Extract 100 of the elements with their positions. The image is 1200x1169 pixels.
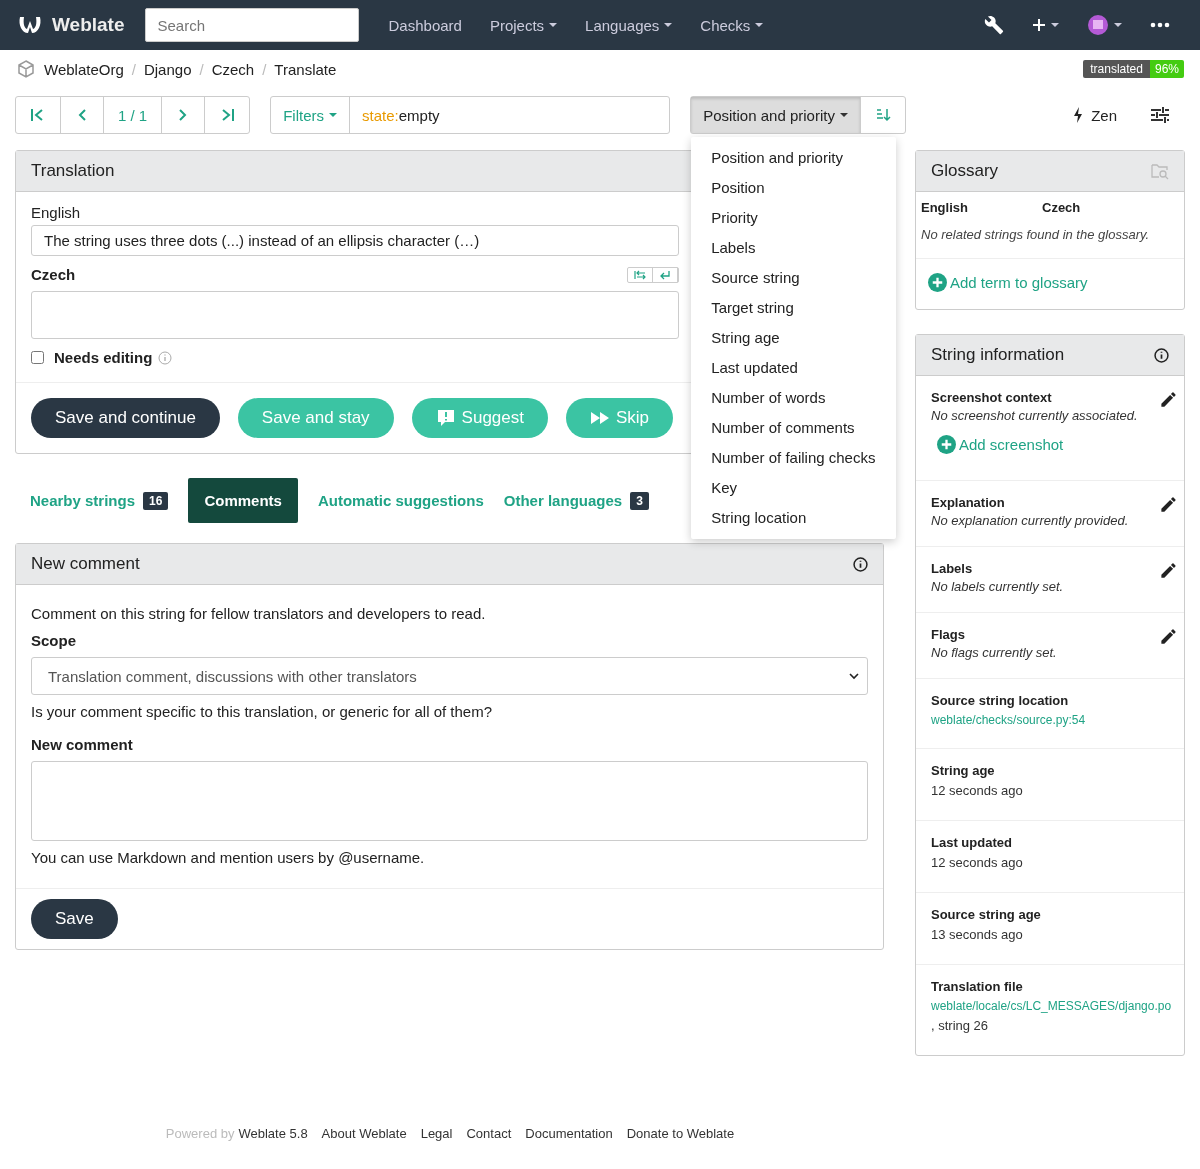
- sort-option[interactable]: Last updated: [691, 353, 897, 383]
- version-link[interactable]: Weblate 5.8: [238, 1125, 308, 1141]
- info-label: Translation file: [931, 978, 1024, 994]
- footer-link[interactable]: Contact: [466, 1125, 512, 1141]
- info-label: Source string location: [931, 693, 1070, 708]
- sort-option[interactable]: Position and priority: [691, 143, 897, 173]
- sort-button[interactable]: Position and priority: [691, 97, 860, 133]
- info-value: No flags currently set.: [931, 645, 1058, 660]
- info-label: Screenshot context: [931, 390, 1053, 405]
- nav-menu-item[interactable]: Dashboard: [374, 16, 476, 34]
- sort-icon: [874, 108, 891, 122]
- info-icon: [853, 556, 868, 572]
- sort-option[interactable]: Key: [691, 473, 897, 503]
- footer-link[interactable]: About Weblate: [321, 1125, 407, 1141]
- source-language-label: English: [31, 204, 82, 221]
- pencil-icon[interactable]: [1159, 390, 1178, 409]
- pencil-icon[interactable]: [1159, 495, 1178, 514]
- panel-title: String information: [931, 345, 1065, 365]
- glossary-empty-message: No related strings found in the glossary.: [916, 223, 1184, 259]
- fast-forward-icon: [590, 411, 610, 425]
- sort-option[interactable]: Target string: [691, 293, 897, 323]
- info-label: Last updated: [931, 835, 1013, 850]
- chevron-down-icon: [849, 672, 859, 680]
- scope-help: Is your comment specific to this translation, or generic for all of them?: [31, 703, 494, 720]
- comment-field[interactable]: [31, 761, 868, 841]
- translation-field[interactable]: [31, 291, 679, 339]
- info-label: Flags: [931, 627, 966, 642]
- sort-option[interactable]: Number of failing checks: [691, 443, 897, 473]
- plus-circle-icon: [937, 435, 956, 454]
- chevron-right-icon: [178, 108, 189, 122]
- sort-option[interactable]: Number of words: [691, 383, 897, 413]
- breadcrumb-link[interactable]: Czech: [211, 60, 255, 78]
- needs-editing-label: Needs editing: [54, 349, 153, 366]
- return-icon: [659, 270, 671, 280]
- info-label: Explanation: [931, 495, 1006, 510]
- pencil-icon[interactable]: [1159, 627, 1178, 646]
- settings-icon[interactable]: [1151, 107, 1169, 123]
- breadcrumb-separator: /: [199, 60, 204, 78]
- scope-label: Scope: [31, 632, 76, 649]
- info-label: Source string age: [931, 906, 1042, 922]
- arrows-icon: [634, 270, 646, 280]
- comment-help: You can use Markdown and mention users by @username.: [31, 849, 426, 866]
- comment-intro: Comment on this string for fellow translators and developers to read.: [31, 605, 487, 622]
- count-badge: 3: [630, 491, 649, 510]
- chevron-left-icon: [77, 108, 87, 122]
- sort-option[interactable]: Source string: [691, 263, 897, 293]
- sort-option[interactable]: String age: [691, 323, 897, 353]
- nav-menu-item[interactable]: Projects: [475, 16, 572, 34]
- save-button[interactable]: Save: [31, 899, 118, 939]
- info-icon: [1154, 347, 1169, 363]
- more-icon[interactable]: [1150, 22, 1170, 28]
- info-value: No labels currently set.: [931, 579, 1065, 594]
- avatar-icon: [1087, 14, 1109, 36]
- tab[interactable]: Other languages 3: [503, 479, 649, 522]
- position-indicator: 1 / 1: [103, 97, 162, 133]
- cube-icon: [16, 59, 36, 79]
- footer-link[interactable]: Documentation: [525, 1125, 613, 1141]
- zen-button[interactable]: Zen: [1073, 106, 1117, 124]
- sort-option[interactable]: String location: [691, 503, 897, 533]
- breadcrumb-separator: /: [262, 60, 267, 78]
- info-icon: [158, 350, 173, 365]
- plus-circle-icon: [928, 273, 947, 292]
- user-menu-button[interactable]: [1087, 14, 1122, 36]
- info-value: No screenshot currently associated.: [931, 408, 1139, 423]
- column-header: English: [921, 200, 969, 215]
- info-label: Labels: [931, 561, 974, 576]
- query-field[interactable]: state:empty: [349, 97, 670, 133]
- nav-menu-item[interactable]: Checks: [686, 16, 778, 34]
- plus-icon: [1032, 18, 1046, 32]
- breadcrumb-separator: /: [131, 60, 136, 78]
- save-continue-button[interactable]: Save and continue: [31, 398, 220, 438]
- brand-link[interactable]: Weblate: [16, 13, 125, 37]
- nav-menu-item[interactable]: Languages: [571, 16, 687, 34]
- sort-option[interactable]: Position: [691, 173, 897, 203]
- sort-option[interactable]: Priority: [691, 203, 897, 233]
- breadcrumb-link[interactable]: Translate: [274, 60, 337, 78]
- comment-icon: [435, 408, 456, 428]
- target-language-label: Czech: [31, 266, 76, 283]
- breadcrumb-link[interactable]: Django: [143, 60, 192, 78]
- pencil-icon[interactable]: [1159, 561, 1178, 580]
- footer-link[interactable]: Donate to Weblate: [626, 1125, 735, 1141]
- lightning-icon: [1073, 107, 1084, 123]
- tab[interactable]: Comments: [188, 478, 298, 523]
- panel-title: Translation: [31, 161, 115, 181]
- scope-select[interactable]: Translation comment, discussions with other translators: [31, 657, 868, 695]
- footer-link[interactable]: Legal: [420, 1125, 453, 1141]
- tab[interactable]: Nearby strings 16: [30, 479, 169, 522]
- sort-option[interactable]: Labels: [691, 233, 897, 263]
- breadcrumb-link[interactable]: WeblateOrg: [44, 60, 124, 78]
- info-value: 12 seconds ago: [931, 782, 1024, 801]
- column-header: Czech: [1042, 200, 1082, 215]
- wrench-icon[interactable]: [984, 15, 1004, 35]
- add-menu-button[interactable]: [1032, 18, 1059, 32]
- sort-option[interactable]: Number of comments: [691, 413, 897, 443]
- info-label: String age: [931, 763, 996, 779]
- comment-label: New comment: [31, 736, 134, 753]
- search-field[interactable]: Search: [144, 8, 359, 42]
- string-number: , string 26: [931, 1017, 989, 1033]
- info-value: 12 seconds ago: [931, 854, 1024, 872]
- needs-editing-checkbox[interactable]: [31, 351, 44, 364]
